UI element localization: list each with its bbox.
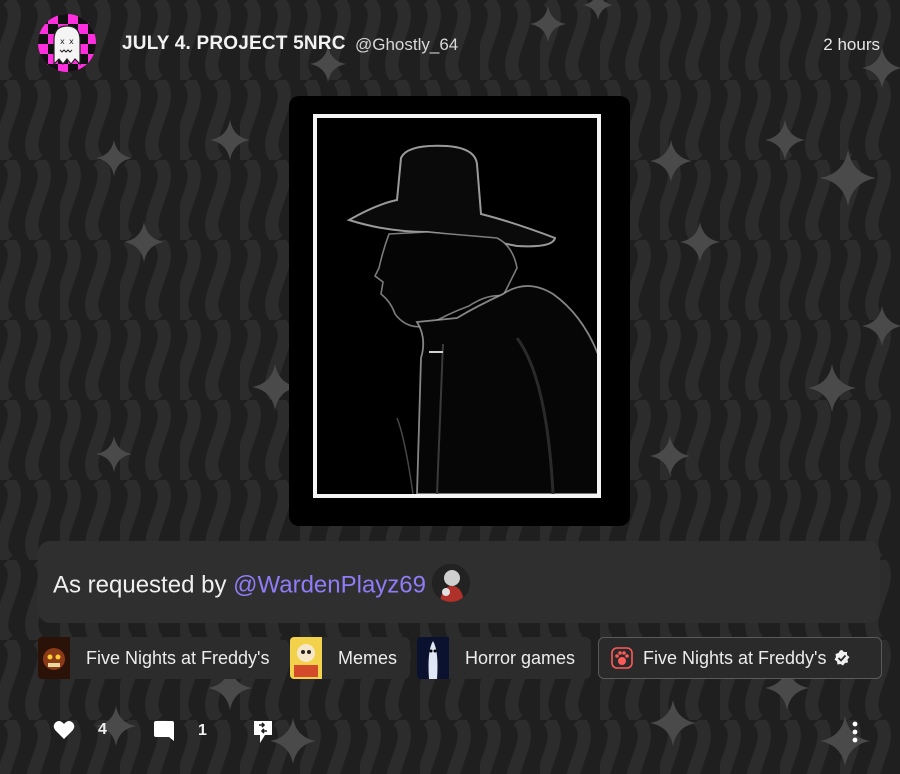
tag-label: Five Nights at Freddy's xyxy=(86,647,270,668)
tag-memes[interactable]: Memes xyxy=(290,637,410,679)
comment-icon xyxy=(154,721,174,741)
comment-button[interactable]: 1 xyxy=(153,720,207,742)
caption-text: As requested by xyxy=(53,571,234,599)
reblog-icon xyxy=(254,721,272,743)
image-frame xyxy=(313,114,601,498)
tag-label: Five Nights at Freddy's xyxy=(643,647,827,668)
tag-horror-games[interactable]: Horror games xyxy=(417,637,591,679)
comment-count: 1 xyxy=(198,722,207,739)
svg-text:x: x xyxy=(69,37,74,46)
author-handle[interactable]: @Ghostly_64 xyxy=(355,35,458,55)
caption-box: As requested by @WardenPlayz69 xyxy=(38,541,880,623)
silhouette-image xyxy=(317,118,597,494)
tag-fnaf-community[interactable]: Five Nights at Freddy's xyxy=(598,637,882,679)
like-count: 4 xyxy=(98,721,107,738)
post-image[interactable] xyxy=(289,96,630,526)
paw-icon xyxy=(611,647,633,669)
mention-link[interactable]: @WardenPlayz69 xyxy=(233,571,426,598)
more-vertical-icon xyxy=(852,721,858,743)
verified-badge-icon xyxy=(834,650,849,666)
user-avatar[interactable]: x x xyxy=(38,14,96,72)
share-button[interactable] xyxy=(252,720,274,744)
heart-icon xyxy=(53,721,75,739)
svg-text:x: x xyxy=(60,37,65,46)
tag-label: Memes xyxy=(338,647,398,668)
like-button[interactable]: 4 xyxy=(53,720,107,740)
horror-thumbnail-icon xyxy=(417,637,449,679)
more-options-button[interactable] xyxy=(845,720,865,744)
mentioned-user-avatar-icon xyxy=(432,564,470,602)
tag-fnaf[interactable]: Five Nights at Freddy's xyxy=(38,637,282,679)
memes-thumbnail-icon xyxy=(290,637,322,679)
mention-avatar[interactable] xyxy=(432,564,470,602)
caption: As requested by @WardenPlayz69 xyxy=(53,564,470,605)
post-title: JULY 4. PROJECT 5NRC xyxy=(122,33,346,54)
ghost-avatar-icon: x x xyxy=(38,14,96,72)
post-timestamp: 2 hours xyxy=(823,35,880,54)
tag-label: Horror games xyxy=(465,647,576,668)
fnaf-thumbnail-icon xyxy=(38,637,70,679)
